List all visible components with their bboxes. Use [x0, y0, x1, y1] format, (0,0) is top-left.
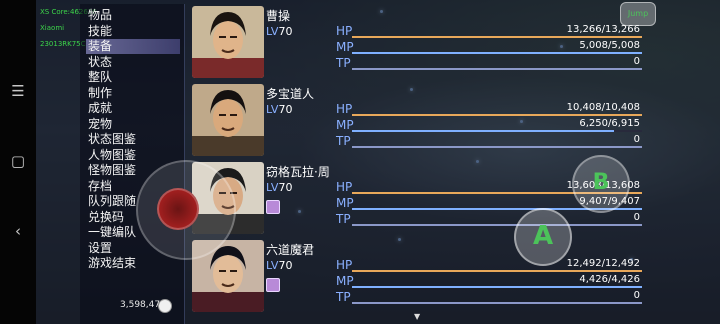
menu-item[interactable]: 整队 [86, 70, 180, 85]
tp-row: TP 0 [336, 290, 642, 304]
level-value: 70 [278, 103, 293, 116]
hp-label: HP [336, 24, 353, 38]
level-value: 70 [278, 181, 293, 194]
mp-row: MP 6,250/6,915 [336, 118, 642, 132]
tp-value: 0 [633, 56, 640, 67]
mp-bar-fill [352, 130, 615, 132]
party-member-card[interactable]: 六道魔君 LV70 HP 12,492/12,492 MP 4,426/4,42… [188, 238, 648, 314]
character-level: LV70 [266, 25, 292, 38]
menu-item[interactable]: 人物图鉴 [86, 148, 180, 163]
menu-item[interactable]: 状态 [86, 55, 180, 70]
tp-label: TP [336, 56, 351, 70]
hp-bar [352, 270, 642, 272]
character-level: LV70 [266, 181, 292, 194]
character-name: 六道魔君 [266, 243, 315, 257]
hp-value: 10,408/10,408 [566, 102, 640, 113]
hp-bar [352, 114, 642, 116]
tp-row: TP 0 [336, 56, 642, 70]
home-icon[interactable]: ▢ [8, 152, 28, 170]
mp-bar [352, 52, 642, 54]
hp-label: HP [336, 102, 353, 116]
menu-item[interactable]: 装备 [86, 39, 180, 54]
mp-bar [352, 130, 642, 132]
mp-bar-fill [352, 286, 642, 288]
character-name: 曹操 [266, 9, 291, 23]
character-level: LV70 [266, 103, 292, 116]
android-nav-bar: ☰ ▢ ‹ [0, 0, 36, 324]
mp-label: MP [336, 40, 354, 54]
hp-bar-fill [352, 270, 642, 272]
tp-bar-fill [352, 146, 642, 148]
character-level: LV70 [266, 259, 292, 272]
tp-bar [352, 68, 642, 70]
mp-label: MP [336, 196, 354, 210]
character-name: 多宝道人 [266, 87, 315, 101]
tp-bar-fill [352, 68, 642, 70]
level-value: 70 [278, 259, 293, 272]
mp-label: MP [336, 274, 354, 288]
scroll-down-icon[interactable]: ▼ [414, 312, 420, 321]
mp-row: MP 5,008/5,008 [336, 40, 642, 54]
level-prefix: LV [266, 181, 279, 194]
menu-item[interactable]: 制作 [86, 86, 180, 101]
tp-row: TP 0 [336, 212, 642, 226]
tp-value: 0 [633, 290, 640, 301]
back-icon[interactable]: ‹ [8, 222, 28, 240]
jump-button[interactable]: Jump [620, 2, 656, 26]
menu-icon[interactable]: ☰ [8, 82, 28, 100]
character-portrait [192, 6, 264, 78]
debug-brand: Xiaomi [40, 24, 65, 32]
mp-bar-fill [352, 52, 642, 54]
menu-item[interactable]: 宠物 [86, 117, 180, 132]
status-effect-icon [266, 278, 280, 292]
menu-item[interactable]: 技能 [86, 24, 180, 39]
level-prefix: LV [266, 103, 279, 116]
level-value: 70 [278, 25, 293, 38]
tp-bar [352, 302, 642, 304]
hp-row: HP 12,492/12,492 [336, 258, 642, 272]
status-effect-icon [266, 200, 280, 214]
party-member-card[interactable]: 多宝道人 LV70 HP 10,408/10,408 MP 6,250/6,91… [188, 82, 648, 158]
level-prefix: LV [266, 25, 279, 38]
b-button[interactable]: B [572, 155, 630, 213]
menu-item[interactable]: 状态图鉴 [86, 132, 180, 147]
tp-value: 0 [633, 134, 640, 145]
mp-label: MP [336, 118, 354, 132]
mp-value: 4,426/4,426 [579, 274, 640, 285]
tp-bar [352, 146, 642, 148]
tp-bar-fill [352, 224, 642, 226]
hp-row: HP 13,266/13,266 [336, 24, 642, 38]
character-name: 窃格瓦拉·周 [266, 165, 330, 179]
hp-bar-fill [352, 114, 642, 116]
tp-bar [352, 224, 642, 226]
menu-item[interactable]: 游戏结束 [86, 256, 180, 271]
tp-value: 0 [633, 212, 640, 223]
character-portrait [192, 84, 264, 156]
joystick-knob[interactable] [157, 188, 199, 230]
debug-model: 23013RK75C [40, 40, 86, 48]
hp-label: HP [336, 258, 353, 272]
hp-value: 12,492/12,492 [566, 258, 640, 269]
mp-row: MP 4,426/4,426 [336, 274, 642, 288]
hp-label: HP [336, 180, 353, 194]
mp-value: 5,008/5,008 [579, 40, 640, 51]
menu-item[interactable]: 成就 [86, 101, 180, 116]
mp-value: 6,250/6,915 [579, 118, 640, 129]
money-bag-icon [158, 299, 172, 313]
tp-label: TP [336, 134, 351, 148]
tp-label: TP [336, 290, 351, 304]
hp-row: HP 10,408/10,408 [336, 102, 642, 116]
mp-bar [352, 286, 642, 288]
menu-item[interactable]: 物品 [86, 8, 180, 23]
hp-bar [352, 36, 642, 38]
tp-bar-fill [352, 302, 642, 304]
hp-bar-fill [352, 36, 642, 38]
level-prefix: LV [266, 259, 279, 272]
tp-label: TP [336, 212, 351, 226]
a-button[interactable]: A [514, 208, 572, 266]
party-member-card[interactable]: 曹操 LV70 HP 13,266/13,266 MP 5,008/5,008 … [188, 4, 648, 80]
tp-row: TP 0 [336, 134, 642, 148]
